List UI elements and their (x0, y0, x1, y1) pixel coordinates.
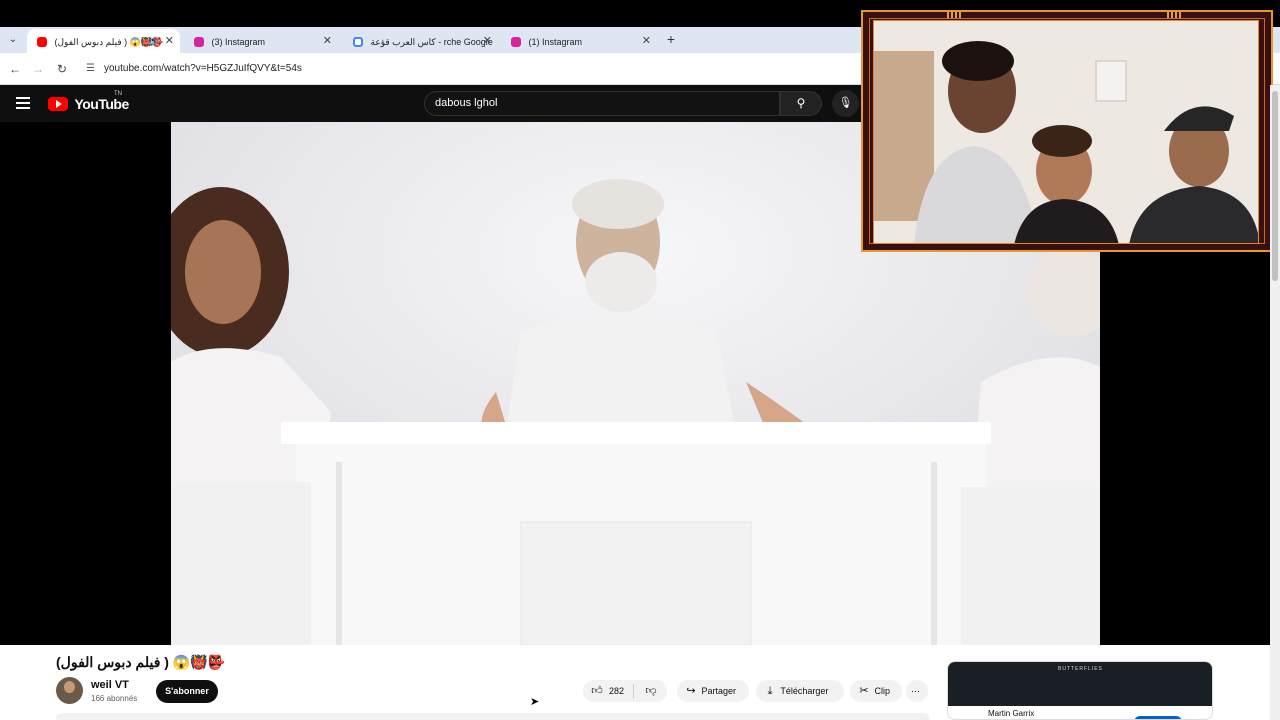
share-icon: ↪ (686, 685, 696, 697)
search-icon: ⚲ (796, 96, 806, 110)
like-dislike-group: 👍︎ 282 👎︎ (583, 680, 667, 702)
more-icon: ⋯ (911, 686, 920, 696)
instagram-icon (511, 36, 521, 47)
video-title: (فيلم دبوس الفول ) 😱👹👺 (56, 654, 226, 670)
close-tab-icon[interactable]: ✕ (165, 29, 174, 53)
video-thumbnail: BUTTERFLIES (948, 662, 1212, 706)
thumbs-up-icon[interactable]: 👍︎ (589, 680, 605, 702)
new-tab-button[interactable]: + (664, 30, 678, 48)
webcam-view (873, 20, 1259, 244)
search-input[interactable] (435, 92, 765, 115)
card-author: Martin Garrix (988, 709, 1035, 718)
tab-list-button[interactable]: ⌄ (4, 31, 22, 49)
youtube-play-icon (48, 96, 68, 111)
page-scrollbar[interactable] (1270, 85, 1280, 720)
close-tab-icon[interactable]: ✕ (323, 29, 332, 53)
youtube-icon (37, 36, 47, 47)
thumbs-down-icon[interactable]: 👎︎ (643, 680, 659, 702)
reload-icon[interactable]: ↻ (53, 60, 71, 78)
menu-icon[interactable] (16, 97, 30, 109)
download-button[interactable]: ⤓ Télécharger (756, 680, 844, 702)
speaker-icon: 🔊 (148, 36, 160, 46)
description-box[interactable] (56, 713, 930, 720)
clip-label: Clip (874, 686, 891, 696)
subscribe-button[interactable]: S'abonner (156, 680, 218, 703)
youtube-logo[interactable]: YouTube TN (48, 91, 129, 113)
url-field[interactable]: ☰ youtube.com/watch?v=H5GZJuIfQVY&t=54s (80, 58, 860, 80)
close-tab-icon[interactable]: ✕ (642, 29, 651, 53)
mouse-cursor-icon: ➤ (530, 696, 540, 708)
google-icon (353, 36, 363, 47)
frame-decoration (1167, 12, 1181, 18)
tab-youtube[interactable]: (فيلم دبوس الفول ) 😱👹👺 🔊 ✕ (27, 29, 180, 53)
tab-instagram-2[interactable]: (1) Instagram ✕ (501, 29, 657, 53)
card-action-button[interactable] (1134, 716, 1182, 719)
tab-google[interactable]: كاس العرب قؤعة - rche Google ✕ (343, 29, 498, 53)
tab-instagram-1[interactable]: (3) Instagram ✕ (184, 29, 338, 53)
subscriber-count: 166 abonnés (91, 694, 138, 703)
thumbnail-title: BUTTERFLIES (1058, 666, 1103, 672)
search-box (424, 91, 780, 116)
share-label: Partager (701, 686, 737, 696)
recommended-video-card[interactable]: BUTTERFLIES Martin Garrix (947, 661, 1213, 720)
tab-title: كاس العرب قؤعة - rche Google (370, 36, 493, 47)
channel-name[interactable]: weil VT (91, 679, 129, 691)
divider (633, 684, 634, 698)
tab-title: (3) Instagram (211, 36, 266, 47)
scrollbar-thumb[interactable] (1272, 91, 1278, 281)
url-text[interactable]: youtube.com/watch?v=H5GZJuIfQVY&t=54s (104, 58, 302, 80)
avatar[interactable] (56, 677, 83, 704)
instagram-icon (194, 36, 204, 47)
scissors-icon: ✂ (859, 685, 869, 697)
share-button[interactable]: ↪ Partager (677, 680, 749, 702)
like-count[interactable]: 282 (609, 680, 624, 702)
tab-title: (1) Instagram (528, 36, 583, 47)
back-icon[interactable]: ← (6, 60, 24, 78)
close-tab-icon[interactable]: ✕ (483, 29, 492, 53)
webcam-overlay (861, 10, 1273, 252)
clip-button[interactable]: ✂ Clip (850, 680, 902, 702)
forward-icon[interactable]: → (29, 60, 47, 78)
logo-text: YouTube (74, 95, 129, 112)
webcam-scene (874, 21, 1258, 243)
search-button[interactable]: ⚲ (780, 91, 822, 116)
download-icon: ⤓ (767, 685, 773, 697)
download-label: Télécharger (780, 686, 829, 696)
mic-icon: 🎙 (838, 97, 853, 109)
site-info-icon[interactable]: ☰ (86, 61, 100, 77)
video-details: (فيلم دبوس الفول ) 😱👹👺 weil VT 166 abonn… (0, 645, 1280, 720)
frame-decoration (947, 12, 961, 18)
more-actions-button[interactable]: ⋯ (906, 680, 928, 702)
voice-search-button[interactable]: 🎙 (832, 90, 859, 117)
logo-country: TN (114, 91, 122, 97)
tab-title: (فيلم دبوس الفول ) 😱👹👺 (54, 36, 164, 47)
